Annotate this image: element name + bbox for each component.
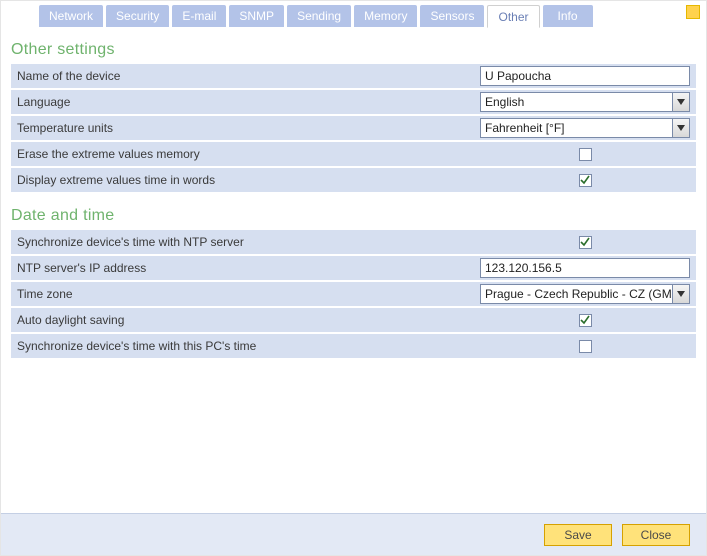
tab-bar: Network Security E-mail SNMP Sending Mem… — [9, 5, 698, 27]
section-title-date-time: Date and time — [11, 201, 696, 229]
settings-window: Network Security E-mail SNMP Sending Mem… — [0, 0, 707, 556]
erase-extreme-checkbox[interactable] — [579, 148, 592, 161]
row-display-words: Display extreme values time in words — [11, 168, 696, 193]
section-title-other: Other settings — [11, 35, 696, 63]
tab-other[interactable]: Other — [487, 5, 539, 28]
save-button[interactable]: Save — [544, 524, 612, 546]
tab-snmp[interactable]: SNMP — [229, 5, 284, 27]
language-select-value: English — [481, 93, 672, 111]
timezone-select[interactable]: Prague - Czech Republic - CZ (GMT+1) — [480, 284, 690, 304]
tab-memory[interactable]: Memory — [354, 5, 417, 27]
label-temp-units: Temperature units — [17, 121, 480, 135]
temp-units-select[interactable]: Fahrenheit [°F] — [480, 118, 690, 138]
tab-security[interactable]: Security — [106, 5, 169, 27]
label-language: Language — [17, 95, 480, 109]
row-device-name: Name of the device — [11, 64, 696, 89]
temp-units-select-value: Fahrenheit [°F] — [481, 119, 672, 137]
tab-sensors[interactable]: Sensors — [420, 5, 484, 27]
corner-badge-icon — [686, 5, 700, 19]
tab-network[interactable]: Network — [39, 5, 103, 27]
label-sync-ntp: Synchronize device's time with NTP serve… — [17, 235, 480, 249]
sync-ntp-checkbox[interactable] — [579, 236, 592, 249]
row-erase-extreme: Erase the extreme values memory — [11, 142, 696, 167]
row-language: Language English — [11, 90, 696, 115]
label-auto-dst: Auto daylight saving — [17, 313, 480, 327]
tab-info[interactable]: Info — [543, 5, 593, 27]
tab-sending[interactable]: Sending — [287, 5, 351, 27]
ntp-ip-input[interactable] — [480, 258, 690, 278]
dropdown-arrow-icon — [672, 285, 689, 303]
footer-bar: Save Close — [1, 513, 706, 555]
sync-pc-checkbox[interactable] — [579, 340, 592, 353]
auto-dst-checkbox[interactable] — [579, 314, 592, 327]
label-timezone: Time zone — [17, 287, 480, 301]
content-panel: Other settings Name of the device Langua… — [1, 27, 706, 513]
timezone-select-value: Prague - Czech Republic - CZ (GMT+1) — [481, 285, 672, 303]
label-erase-extreme: Erase the extreme values memory — [17, 147, 480, 161]
dropdown-arrow-icon — [672, 93, 689, 111]
dropdown-arrow-icon — [672, 119, 689, 137]
display-words-checkbox[interactable] — [579, 174, 592, 187]
tab-bar-wrap: Network Security E-mail SNMP Sending Mem… — [1, 1, 706, 27]
language-select[interactable]: English — [480, 92, 690, 112]
label-ntp-ip: NTP server's IP address — [17, 261, 480, 275]
row-sync-pc: Synchronize device's time with this PC's… — [11, 334, 696, 359]
row-timezone: Time zone Prague - Czech Republic - CZ (… — [11, 282, 696, 307]
label-sync-pc: Synchronize device's time with this PC's… — [17, 339, 480, 353]
close-button[interactable]: Close — [622, 524, 690, 546]
label-display-words: Display extreme values time in words — [17, 173, 480, 187]
row-temp-units: Temperature units Fahrenheit [°F] — [11, 116, 696, 141]
row-ntp-ip: NTP server's IP address — [11, 256, 696, 281]
label-device-name: Name of the device — [17, 69, 480, 83]
row-auto-dst: Auto daylight saving — [11, 308, 696, 333]
row-sync-ntp: Synchronize device's time with NTP serve… — [11, 230, 696, 255]
device-name-input[interactable] — [480, 66, 690, 86]
tab-email[interactable]: E-mail — [172, 5, 226, 27]
